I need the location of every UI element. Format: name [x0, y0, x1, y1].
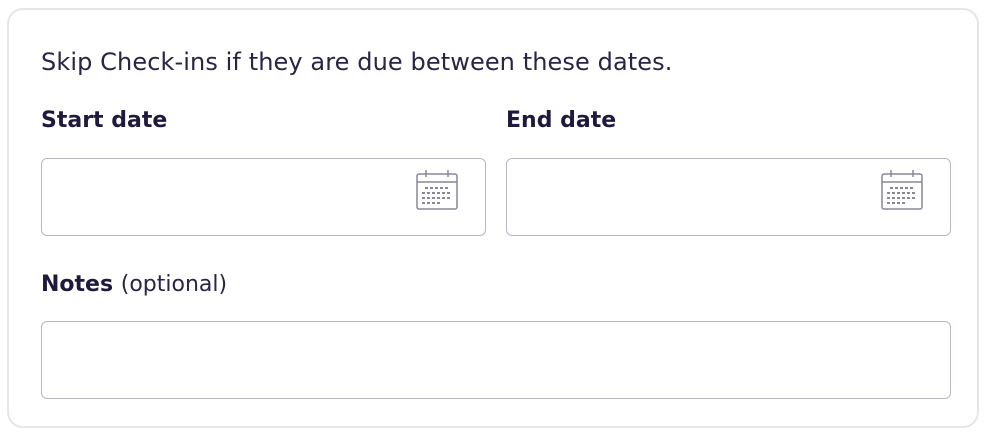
notes-optional-text: (optional)	[120, 272, 228, 297]
calendar-icon[interactable]	[416, 170, 458, 210]
intro-text: Skip Check-ins if they are due between t…	[41, 48, 673, 76]
end-date-label: End date	[506, 108, 617, 133]
start-date-label: Start date	[41, 108, 168, 133]
notes-label-text: Notes	[41, 272, 114, 297]
notes-label: Notes (optional)	[41, 270, 227, 300]
skip-checkins-card: Skip Check-ins if they are due between t…	[7, 8, 979, 428]
calendar-icon[interactable]	[881, 170, 923, 210]
notes-input[interactable]	[41, 321, 951, 399]
